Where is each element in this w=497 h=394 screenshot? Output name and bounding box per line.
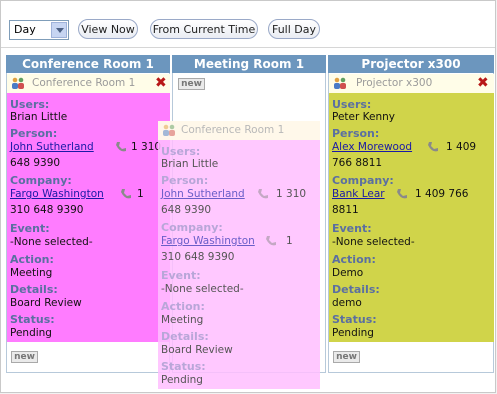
users-label: Users: [332, 98, 372, 111]
telephone-icon[interactable] [264, 235, 278, 248]
person-phone: 1 409 [446, 141, 477, 153]
event-label: Event: [161, 269, 201, 282]
booking-card-projector[interactable]: Projector x300 ✖ Users: Peter Kenny Pers… [329, 74, 494, 342]
event-label: Event: [10, 222, 50, 235]
company-phone: 1 409 766 [415, 188, 469, 200]
company-phone: 1 [286, 235, 293, 247]
card-title: Conference Room 1 [32, 77, 136, 89]
details-value: demo [332, 297, 362, 309]
details-label: Details: [10, 283, 58, 296]
card-title-bar: Conference Room 1 [158, 121, 320, 140]
from-current-time-button[interactable]: From Current Time [150, 19, 258, 39]
people-icon [12, 77, 24, 89]
person-link[interactable]: Alex Morewood [332, 141, 412, 153]
new-booking-button-conference-room[interactable]: new [11, 351, 38, 363]
users-value: Peter Kenny [332, 111, 395, 123]
new-booking-button-projector[interactable]: new [333, 351, 360, 363]
card-title: Projector x300 [356, 77, 433, 89]
company-link[interactable]: Fargo Washington [10, 188, 104, 200]
person-phone: 1 310 [131, 141, 162, 153]
action-label: Action: [161, 300, 205, 313]
company-label: Company: [332, 174, 394, 187]
event-label: Event: [332, 222, 372, 235]
scheduler-window: Day View Now From Current Time Full Day … [0, 0, 496, 393]
event-value: -None selected- [332, 236, 415, 248]
details-value: Board Review [10, 297, 82, 309]
details-value: Board Review [161, 344, 233, 356]
view-now-button[interactable]: View Now [78, 19, 138, 39]
close-icon[interactable]: ✖ [477, 76, 489, 90]
person-link[interactable]: John Sutherland [161, 188, 245, 200]
telephone-icon[interactable] [256, 188, 270, 201]
company-phone-cont: 310 648 9390 [10, 204, 84, 216]
action-value: Meeting [161, 314, 204, 326]
action-label: Action: [10, 253, 54, 266]
telephone-icon[interactable] [114, 141, 128, 154]
column-header-projector-x300: Projector x300 [328, 55, 494, 73]
action-value: Demo [332, 267, 364, 279]
card-title-bar: Conference Room 1 ✖ [7, 74, 170, 93]
card-title-bar: Projector x300 ✖ [329, 74, 494, 93]
close-icon[interactable]: ✖ [155, 76, 167, 90]
person-label: Person: [10, 127, 58, 140]
company-phone-cont: 8811 [332, 204, 359, 216]
status-value: Pending [161, 374, 203, 386]
details-label: Details: [332, 283, 380, 296]
toolbar: Day View Now From Current Time Full Day [1, 1, 495, 48]
dragged-booking-card[interactable]: Conference Room 1 Users: Brian Little Pe… [158, 121, 320, 389]
person-phone-cont: 766 8811 [332, 157, 383, 169]
column-header-conference-room-1: Conference Room 1 [6, 55, 170, 73]
card-title: Conference Room 1 [181, 124, 285, 136]
status-label: Status: [161, 360, 206, 373]
status-label: Status: [332, 313, 377, 326]
company-link[interactable]: Bank Lear [332, 188, 385, 200]
person-phone: 1 310 [276, 188, 307, 200]
person-label: Person: [161, 174, 209, 187]
telephone-icon[interactable] [426, 141, 440, 154]
column-header-meeting-room-1: Meeting Room 1 [172, 55, 326, 73]
company-phone: 1 [137, 188, 144, 200]
event-value: -None selected- [10, 236, 93, 248]
company-link[interactable]: Fargo Washington [161, 235, 255, 247]
person-phone-cont: 648 9390 [161, 204, 212, 216]
company-phone-cont: 310 648 9390 [161, 251, 235, 263]
booking-card-conference-room[interactable]: Conference Room 1 ✖ Users: Brian Little … [7, 74, 170, 342]
person-label: Person: [332, 127, 380, 140]
full-day-button[interactable]: Full Day [268, 19, 320, 39]
status-value: Pending [332, 327, 374, 339]
chevron-down-icon[interactable] [51, 22, 67, 38]
new-booking-button-meeting-room[interactable]: new [178, 78, 205, 90]
telephone-icon[interactable] [119, 188, 133, 201]
people-icon [163, 124, 175, 136]
view-select[interactable]: Day [9, 20, 69, 40]
person-link[interactable]: John Sutherland [10, 141, 94, 153]
telephone-icon[interactable] [395, 188, 409, 201]
event-value: -None selected- [161, 283, 244, 295]
person-phone-cont: 648 9390 [10, 157, 61, 169]
view-select-value: Day [14, 23, 36, 36]
people-icon [334, 77, 346, 89]
action-value: Meeting [10, 267, 53, 279]
users-value: Brian Little [161, 158, 219, 170]
action-label: Action: [332, 253, 376, 266]
users-label: Users: [161, 145, 201, 158]
status-label: Status: [10, 313, 55, 326]
company-label: Company: [161, 221, 223, 234]
users-label: Users: [10, 98, 50, 111]
details-label: Details: [161, 330, 209, 343]
company-label: Company: [10, 174, 72, 187]
status-value: Pending [10, 327, 52, 339]
users-value: Brian Little [10, 111, 68, 123]
